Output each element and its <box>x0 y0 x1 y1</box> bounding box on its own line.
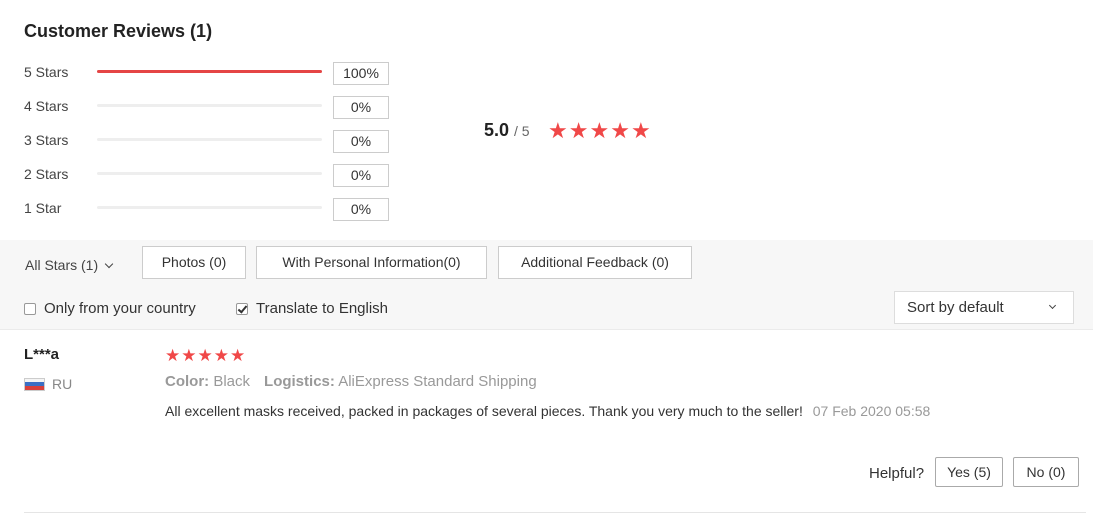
rating-label: 4 Stars <box>24 98 69 114</box>
all-stars-dropdown[interactable]: All Stars (1) <box>25 257 114 273</box>
logistics-label: Logistics: <box>264 373 335 390</box>
review-author: L***a <box>24 346 60 363</box>
review-meta: Color: Black Logistics: AliExpress Standa… <box>165 373 537 390</box>
rating-label: 5 Stars <box>24 64 69 80</box>
only-country-checkbox[interactable] <box>24 302 36 315</box>
review-body: All excellent masks received, packed in … <box>165 401 965 422</box>
rating-percent: 0% <box>333 130 389 153</box>
rating-bar <box>97 104 322 107</box>
rating-bar <box>97 138 322 141</box>
photos-filter-button[interactable]: Photos (0) <box>142 246 246 279</box>
review-stars: ★ ★ ★ ★ ★ <box>165 347 246 364</box>
filter-bar: All Stars (1) Photos (0) With Personal I… <box>0 240 1093 330</box>
chevron-down-icon <box>104 259 114 269</box>
page-title: Customer Reviews (1) <box>24 21 213 41</box>
star-icon: ★ <box>197 346 213 365</box>
additional-feedback-filter-button[interactable]: Additional Feedback (0) <box>498 246 692 279</box>
rating-row-2[interactable]: 2 Stars 0% <box>24 160 394 194</box>
review-date: 07 Feb 2020 05:58 <box>812 403 931 419</box>
rating-percent: 0% <box>333 198 389 221</box>
rating-bar-fill <box>97 70 322 73</box>
star-icon: ★ <box>630 118 651 143</box>
logistics-value: AliExpress Standard Shipping <box>338 373 537 390</box>
star-icon: ★ <box>589 118 610 143</box>
helpful-no-button[interactable]: No (0) <box>1013 457 1079 487</box>
score-value: 5.0 <box>484 120 510 140</box>
rating-row-3[interactable]: 3 Stars 0% <box>24 126 394 160</box>
color-label: Color: <box>165 373 210 390</box>
rating-label: 1 Star <box>24 200 62 216</box>
translate-option[interactable]: Translate to English <box>236 300 388 317</box>
rating-row-5[interactable]: 5 Stars 100% <box>24 58 394 92</box>
star-icon: ★ <box>181 346 197 365</box>
all-stars-label: All Stars (1) <box>25 257 99 273</box>
average-stars: ★ ★ ★ ★ ★ <box>548 120 652 142</box>
personal-info-filter-button[interactable]: With Personal Information(0) <box>256 246 487 279</box>
rating-percent: 100% <box>333 62 389 85</box>
sort-label: Sort by default <box>907 299 1004 316</box>
rating-bar <box>97 70 322 73</box>
star-icon: ★ <box>213 346 229 365</box>
review-item: L***a RU ★ ★ ★ ★ ★ Color: Black Logistics: Al… <box>0 331 1093 515</box>
rating-percent: 0% <box>333 164 389 187</box>
rating-row-4[interactable]: 4 Stars 0% <box>24 92 394 126</box>
rating-bar <box>97 172 322 175</box>
helpful-yes-button[interactable]: Yes (5) <box>935 457 1003 487</box>
review-text: All excellent masks received, packed in … <box>165 403 803 419</box>
rating-distribution: 5 Stars 100% 4 Stars 0% 3 Stars 0% 2 Sta… <box>24 58 394 228</box>
review-country: RU <box>24 376 72 392</box>
star-icon: ★ <box>610 118 630 143</box>
star-icon: ★ <box>548 118 568 143</box>
sort-select[interactable]: Sort by default <box>894 291 1074 324</box>
translate-checkbox[interactable] <box>236 302 248 315</box>
translate-label: Translate to English <box>256 300 389 317</box>
rating-row-1[interactable]: 1 Star 0% <box>24 194 394 228</box>
only-country-label: Only from your country <box>44 300 196 317</box>
rating-label: 2 Stars <box>24 166 69 182</box>
star-icon: ★ <box>165 346 181 365</box>
only-country-option[interactable]: Only from your country <box>24 300 196 317</box>
star-icon: ★ <box>230 346 246 365</box>
russia-flag-icon <box>24 377 45 391</box>
rating-bar <box>97 206 322 209</box>
divider <box>24 512 1086 513</box>
average-score: 5.0 / 5 <box>484 120 530 141</box>
country-code: RU <box>52 376 73 392</box>
rating-label: 3 Stars <box>24 132 69 148</box>
score-max: / 5 <box>514 123 530 139</box>
helpful-label: Helpful? <box>869 465 925 482</box>
rating-percent: 0% <box>333 96 389 119</box>
chevron-down-icon <box>1048 301 1057 310</box>
star-icon: ★ <box>568 118 589 143</box>
color-value: Black <box>213 373 251 390</box>
